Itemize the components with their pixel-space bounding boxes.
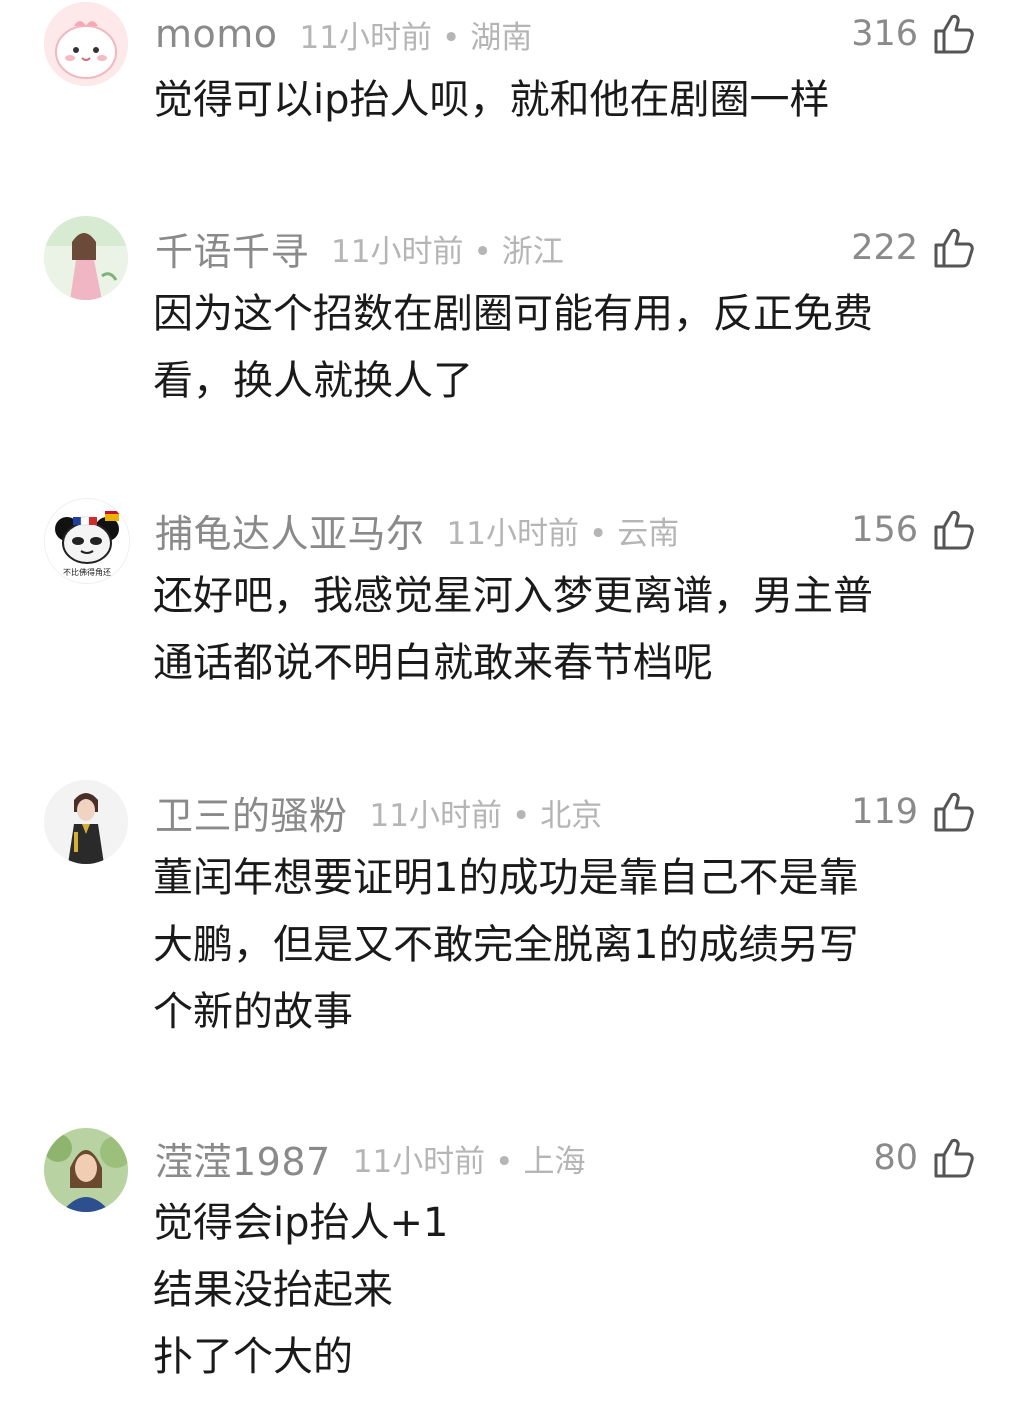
like-button[interactable]: 80 xyxy=(873,1130,976,1186)
like-count: 222 xyxy=(851,228,918,268)
pink-cartoon-avatar-icon xyxy=(44,2,128,86)
time-location: 11小时前 • 云南 xyxy=(447,508,680,553)
panda-meme-avatar-icon: 不比佛得角还 xyxy=(45,499,129,583)
comment-list: momo 11小时前 • 湖南 316 觉得可以ip抬人呗，就和他在剧圈一样 千… xyxy=(0,0,1024,1408)
like-button[interactable]: 156 xyxy=(851,502,976,558)
separator-dot: • xyxy=(495,1143,514,1180)
avatar[interactable] xyxy=(44,216,128,300)
separator-dot: • xyxy=(588,515,608,552)
time-location: 11小时前 • 浙江 xyxy=(331,226,564,271)
comment-time: 11小时前 xyxy=(331,233,464,270)
username[interactable]: 千语千寻 xyxy=(155,221,309,276)
comment-meta: 捕龟达人亚马尔 11小时前 • 云南 xyxy=(155,502,679,558)
like-count: 80 xyxy=(873,1138,918,1178)
comment-text: 还好吧，我感觉星河入梦更离谱，男主普 通话都说不明白就敢来春节档呢 xyxy=(153,573,873,686)
comment-location: 北京 xyxy=(540,797,603,834)
comment-location: 上海 xyxy=(523,1143,586,1180)
comment-time: 11小时前 xyxy=(369,797,502,834)
separator-dot: • xyxy=(473,233,492,270)
avatar-caption: 不比佛得角还 xyxy=(63,567,111,577)
time-location: 11小时前 • 湖南 xyxy=(300,12,533,57)
comment-time: 11小时前 xyxy=(352,1143,486,1180)
comment-location: 湖南 xyxy=(470,19,533,56)
thumbs-up-icon xyxy=(934,510,974,550)
username[interactable]: 捕龟达人亚马尔 xyxy=(155,503,425,558)
comment-text: 因为这个招数在剧圈可能有用，反正免费 看，换人就换人了 xyxy=(153,291,873,404)
comment-location: 浙江 xyxy=(501,233,564,270)
thumbs-up-icon xyxy=(934,1138,974,1178)
comment-meta: momo 11小时前 • 湖南 xyxy=(155,6,532,62)
comment-time: 11小时前 xyxy=(446,515,579,552)
like-button[interactable]: 119 xyxy=(851,784,976,840)
avatar[interactable] xyxy=(44,780,128,864)
anime-man-avatar-icon xyxy=(44,780,128,864)
avatar[interactable] xyxy=(44,2,128,86)
comment-text: 董闰年想要证明1的成功是靠自己不是靠 大鹏，但是又不敢完全脱离1的成绩另写 个新… xyxy=(153,855,859,1035)
like-count: 316 xyxy=(851,14,918,54)
thumbs-up-icon xyxy=(934,14,974,54)
thumbs-up-icon xyxy=(934,792,974,832)
like-button[interactable]: 222 xyxy=(851,220,976,276)
username[interactable]: 卫三的骚粉 xyxy=(155,785,348,840)
comment-text: 觉得会ip抬人+1 结果没抬起来 扑了个大的 xyxy=(153,1200,449,1380)
like-count: 156 xyxy=(851,510,918,550)
separator-dot: • xyxy=(441,19,461,56)
comment-meta: 滢滢1987 11小时前 • 上海 xyxy=(155,1130,585,1186)
comment-meta: 千语千寻 11小时前 • 浙江 xyxy=(155,220,564,276)
woman-photo-avatar-icon xyxy=(44,1128,128,1212)
like-count: 119 xyxy=(851,792,918,832)
comment-meta: 卫三的骚粉 11小时前 • 北京 xyxy=(155,784,602,840)
like-button[interactable]: 316 xyxy=(851,6,976,62)
avatar[interactable] xyxy=(44,1128,128,1212)
username[interactable]: 滢滢1987 xyxy=(155,1131,331,1186)
separator-dot: • xyxy=(511,797,531,834)
illustrated-girl-avatar-icon xyxy=(44,216,128,300)
comment-time: 11小时前 xyxy=(299,19,432,56)
thumbs-up-icon xyxy=(934,228,974,268)
time-location: 11小时前 • 上海 xyxy=(353,1136,586,1181)
comment-location: 云南 xyxy=(617,515,680,552)
comment-text: 觉得可以ip抬人呗，就和他在剧圈一样 xyxy=(153,77,830,123)
avatar[interactable]: 不比佛得角还 xyxy=(44,498,130,584)
time-location: 11小时前 • 北京 xyxy=(370,790,603,835)
username[interactable]: momo xyxy=(155,12,278,56)
